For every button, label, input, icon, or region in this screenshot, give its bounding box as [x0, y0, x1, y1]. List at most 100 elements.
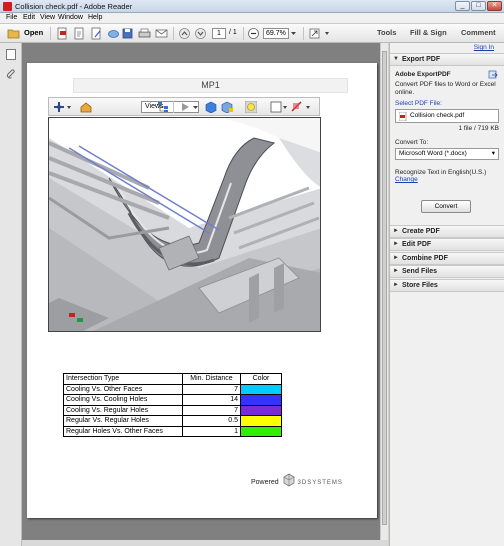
chevron-down-icon[interactable]: [290, 27, 297, 40]
row-color-swatch: [240, 425, 282, 437]
3d-box-icon[interactable]: [205, 101, 217, 113]
edit-document-icon[interactable]: [73, 27, 86, 40]
row-distance: 1: [182, 425, 241, 437]
expand-arrow-icon: ►: [393, 255, 399, 261]
exportpdf-heading: Adobe ExportPDF: [395, 71, 451, 78]
comment-tab[interactable]: Comment: [461, 28, 496, 37]
save-icon[interactable]: [121, 27, 134, 40]
open-button[interactable]: Open: [24, 28, 43, 37]
zoom-out-icon[interactable]: [247, 27, 260, 40]
close-button[interactable]: ✕: [487, 1, 502, 11]
powered-by-logo: Powered 3DSYSTEMS: [251, 470, 343, 487]
row-color-swatch: [240, 404, 282, 416]
next-page-icon[interactable]: [194, 27, 207, 40]
row-type: Cooling Vs. Other Faces: [63, 383, 183, 395]
3d-toolbar: Views: [48, 97, 320, 116]
email-icon[interactable]: [155, 27, 168, 40]
3d-systems-logo-icon: [283, 473, 294, 487]
tools-panel: Sign In ▼ Export PDF Adobe ExportPDF Con…: [389, 43, 504, 546]
menu-file[interactable]: File: [6, 14, 17, 21]
3d-model-viewport[interactable]: [48, 117, 321, 332]
section-label: Edit PDF: [402, 241, 432, 248]
section-label: Store Files: [402, 282, 438, 289]
menu-bar: File Edit View Window Help: [0, 13, 504, 24]
create-pdf-section[interactable]: ► Create PDF: [390, 225, 504, 238]
combine-pdf-section[interactable]: ► Combine PDF: [390, 252, 504, 265]
cross-section-chevron-icon[interactable]: [305, 101, 311, 113]
print-icon[interactable]: [138, 27, 151, 40]
send-files-section[interactable]: ► Send Files: [390, 265, 504, 278]
vertical-scrollbar[interactable]: [380, 43, 388, 546]
row-type: Regular Vs. Regular Holes: [63, 415, 183, 427]
sign-pen-icon[interactable]: [90, 27, 103, 40]
powered-label: Powered: [251, 479, 279, 486]
header-intersection-type: Intersection Type: [63, 373, 183, 385]
row-distance: 7: [182, 383, 241, 395]
home-icon[interactable]: [80, 101, 92, 113]
convert-button[interactable]: Convert: [421, 200, 471, 213]
table-row: Cooling Vs. Other Faces 7: [63, 383, 282, 395]
selected-file-field[interactable]: Collision check.pdf: [395, 109, 499, 123]
section-label: Combine PDF: [402, 255, 448, 262]
tools-tab[interactable]: Tools: [377, 28, 396, 37]
menu-help[interactable]: Help: [88, 14, 102, 21]
expand-arrow-icon: ►: [393, 228, 399, 234]
background-color-icon[interactable]: [270, 101, 282, 113]
file-info: 1 file / 719 KB: [458, 125, 499, 132]
export-pdf-section[interactable]: ▼ Export PDF: [390, 53, 504, 66]
section-label: Create PDF: [402, 228, 440, 235]
rotate-menu-icon[interactable]: [66, 101, 72, 113]
window-title: Collision check.pdf - Adobe Reader: [15, 2, 133, 11]
table-row: Regular Vs. Regular Holes 0.5: [63, 415, 282, 427]
table-row: Regular Holes Vs. Other Faces 1: [63, 425, 282, 437]
scrollbar-thumb[interactable]: [382, 51, 387, 525]
row-color-swatch: [240, 383, 282, 395]
render-mode-icon[interactable]: [221, 101, 233, 113]
adobe-reader-icon: [3, 2, 12, 11]
chevron-down-icon: ▾: [491, 150, 495, 157]
row-distance: 14: [182, 394, 241, 406]
row-type: Cooling Vs. Regular Holes: [63, 404, 183, 416]
model-tree-icon[interactable]: [157, 101, 169, 113]
zoom-level-field[interactable]: 69.7%: [263, 28, 289, 39]
lighting-icon[interactable]: [245, 101, 257, 113]
exportpdf-icon: [488, 70, 498, 79]
page-total: / 1: [229, 29, 237, 36]
title-bar: Collision check.pdf - Adobe Reader _ □ ✕: [0, 0, 504, 13]
previous-page-icon[interactable]: [178, 27, 191, 40]
edit-pdf-section[interactable]: ► Edit PDF: [390, 238, 504, 251]
page-thumbnails-icon[interactable]: [6, 49, 16, 60]
maximize-button[interactable]: □: [471, 1, 486, 11]
brand-label: 3DSYSTEMS: [297, 480, 343, 486]
play-animation-icon[interactable]: [179, 101, 191, 113]
rotate-icon[interactable]: [53, 101, 65, 113]
store-files-section[interactable]: ► Store Files: [390, 279, 504, 292]
background-chevron-icon[interactable]: [282, 101, 288, 113]
table-row: Cooling Vs. Regular Holes 7: [63, 404, 282, 416]
expand-arrow-icon: ►: [393, 268, 399, 274]
minimize-button[interactable]: _: [455, 1, 470, 11]
views-chevron-down-icon[interactable]: [193, 101, 198, 113]
convert-to-label: Convert To:: [395, 139, 429, 146]
sign-in-link[interactable]: Sign In: [474, 44, 494, 51]
create-pdf-icon[interactable]: [56, 27, 69, 40]
menu-edit[interactable]: Edit: [23, 14, 35, 21]
page-number-input[interactable]: 1: [212, 28, 226, 39]
cloud-upload-icon[interactable]: [107, 27, 120, 40]
intersection-table: Intersection Type Min. Distance Color Co…: [63, 373, 282, 437]
more-tools-icon[interactable]: [324, 27, 330, 40]
menu-window[interactable]: Window: [58, 14, 83, 21]
row-type: Regular Holes Vs. Other Faces: [63, 425, 183, 437]
fit-page-icon[interactable]: [308, 27, 321, 40]
main-toolbar: Open 1 / 1 69.7% Tools Fill & Sign Comme…: [0, 24, 504, 43]
convert-to-select[interactable]: Microsoft Word (*.docx) ▾: [395, 148, 499, 160]
row-color-swatch: [240, 415, 282, 427]
change-link[interactable]: Change: [395, 176, 499, 184]
attachments-icon[interactable]: [6, 69, 16, 79]
navigation-pane: [0, 43, 22, 546]
selected-file-name: Collision check.pdf: [410, 112, 465, 119]
fill-sign-tab[interactable]: Fill & Sign: [410, 28, 447, 37]
cross-section-icon[interactable]: [291, 101, 303, 113]
menu-view[interactable]: View: [40, 14, 55, 21]
open-folder-icon[interactable]: [7, 27, 20, 40]
